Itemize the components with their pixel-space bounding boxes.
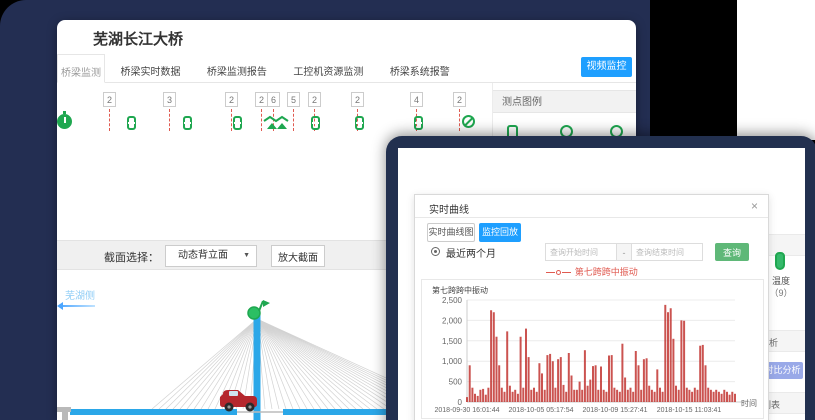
main-tabbar: 桥梁监测 桥梁实时数据 桥梁监测报告 工控机资源监测 桥梁系统报警 视频监控 <box>57 54 636 83</box>
sensor-count-badge[interactable]: 2 <box>225 92 238 107</box>
svg-text:2018-10-09 15:27:41: 2018-10-09 15:27:41 <box>583 407 648 414</box>
legend-label: 第七跨跨中振动 <box>575 267 638 277</box>
sensor-count-badge[interactable]: 2 <box>453 92 466 107</box>
chain-icon[interactable] <box>183 116 192 130</box>
svg-text:时间: 时间 <box>741 398 757 408</box>
modal-title: 实时曲线 <box>429 201 469 216</box>
tab-monitor-playback[interactable]: 监控回放 <box>479 223 521 242</box>
query-start-time-input[interactable] <box>545 243 617 261</box>
legend-line-icon <box>562 272 571 273</box>
section-select-dropdown[interactable]: 动态背立面 ▼ <box>165 245 257 267</box>
chart-title: 第七跨跨中振动 <box>432 285 488 296</box>
chain-icon[interactable] <box>355 116 364 130</box>
section-select-label: 截面选择： <box>104 249 159 265</box>
chain-icon[interactable] <box>233 116 242 130</box>
tab-bridge-system-alarm[interactable]: 桥梁系统报警 <box>379 54 461 86</box>
secondary-window: 测点图例 温度 （9） 对比分析 对比分析 测点列表 实时曲线 × 实时曲线图 … <box>386 136 815 420</box>
svg-text:2018-10-05 05:17:54: 2018-10-05 05:17:54 <box>509 407 574 414</box>
secondary-window-content: 测点图例 温度 （9） 对比分析 对比分析 测点列表 实时曲线 × 实时曲线图 … <box>398 148 805 420</box>
svg-text:2018-09-30 16:01:44: 2018-09-30 16:01:44 <box>435 407 500 414</box>
enlarge-section-button[interactable]: 放大截面 <box>271 245 325 267</box>
svg-text:1,000: 1,000 <box>442 357 463 366</box>
alarm-dash-line[interactable] <box>109 109 110 131</box>
temperature-count: （9） <box>766 286 796 299</box>
legend-line-icon <box>546 272 555 273</box>
chart-legend[interactable]: 第七跨跨中振动 <box>415 265 768 278</box>
sensor-count-badge[interactable]: 6 <box>267 92 280 107</box>
alarm-dash-line[interactable] <box>231 109 232 131</box>
stopwatch-icon[interactable] <box>57 114 72 129</box>
tab-ipc-resource-monitor[interactable]: 工控机资源监测 <box>282 54 374 86</box>
tab-bridge-monitor[interactable]: 桥梁监测 <box>57 54 105 83</box>
svg-text:500: 500 <box>449 378 463 387</box>
chevron-down-icon: ▼ <box>243 246 250 266</box>
thermometer-icon[interactable] <box>775 252 785 270</box>
alarm-dash-line[interactable] <box>293 109 294 131</box>
query-end-time-input[interactable] <box>631 243 703 261</box>
tab-bridge-realtime-data[interactable]: 桥梁实时数据 <box>109 54 191 86</box>
alarm-dash-line[interactable] <box>261 109 262 131</box>
svg-text:2,000: 2,000 <box>442 316 463 325</box>
sensor-count-badge[interactable]: 5 <box>287 92 300 107</box>
vibration-sensor-icon[interactable] <box>263 115 291 131</box>
legend-panel-header: 测点图例 <box>493 90 636 113</box>
alarm-dash-line[interactable] <box>459 109 460 131</box>
sensor-count-badge[interactable]: 2 <box>351 92 364 107</box>
tab-realtime-curve[interactable]: 实时曲线图 <box>427 223 475 242</box>
chain-icon[interactable] <box>414 116 423 130</box>
modal-header: 实时曲线 × <box>415 195 768 218</box>
sensor-count-badge[interactable]: 3 <box>163 92 176 107</box>
no-signal-icon[interactable] <box>462 115 475 128</box>
chain-icon[interactable] <box>311 116 320 130</box>
legend-circle-icon <box>556 270 561 275</box>
svg-text:2,500: 2,500 <box>442 296 463 305</box>
chain-icon[interactable] <box>127 116 136 130</box>
recent-two-months-label: 最近两个月 <box>446 245 496 260</box>
desktop: 芜湖长江大桥 桥梁监测 桥梁实时数据 桥梁监测报告 工控机资源监测 桥梁系统报警… <box>0 0 815 420</box>
svg-text:0: 0 <box>458 398 463 407</box>
anemometer-icon <box>248 300 270 319</box>
tab-bridge-monitor-report[interactable]: 桥梁监测报告 <box>196 54 278 86</box>
chart-panel: 第七跨跨中振动 0 500 1,000 1,500 2,000 2,500 2018-09-… <box>421 279 764 419</box>
svg-text:1,500: 1,500 <box>442 337 463 346</box>
video-monitor-button[interactable]: 视频监控 <box>581 57 632 77</box>
background-window-fragment <box>737 0 815 140</box>
svg-text:2018-10-15 11:03:41: 2018-10-15 11:03:41 <box>657 407 722 414</box>
alarm-dash-line[interactable] <box>169 109 170 131</box>
sensor-count-badge[interactable]: 2 <box>308 92 321 107</box>
sensor-count-badge[interactable]: 4 <box>410 92 423 107</box>
close-icon[interactable]: × <box>751 199 758 213</box>
realtime-curve-modal: 实时曲线 × 实时曲线图 监控回放 最近两个月 - 查询 第七跨跨中振动 第七跨… <box>414 194 769 420</box>
page-title: 芜湖长江大桥 <box>93 28 183 49</box>
section-select-value: 动态背立面 <box>178 250 228 261</box>
sensor-count-badge[interactable]: 2 <box>103 92 116 107</box>
sensor-strip: 2322652242 <box>57 88 493 140</box>
vibration-chart[interactable]: 0 500 1,000 1,500 2,000 2,500 2018-09-30 16:01… <box>422 280 763 418</box>
recent-two-months-radio[interactable] <box>431 247 440 256</box>
query-button[interactable]: 查询 <box>715 243 749 261</box>
time-range-separator: - <box>617 243 631 261</box>
